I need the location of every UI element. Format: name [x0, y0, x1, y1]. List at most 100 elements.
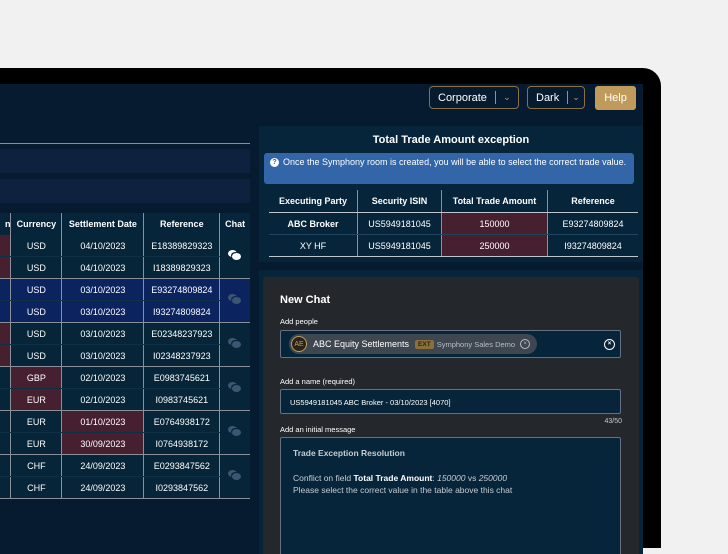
table-row[interactable]: EUR 30/09/2023 I0764938172 [0, 432, 250, 455]
chat-name-input[interactable]: US5949181045 ABC Broker - 03/10/2023 [40… [280, 389, 621, 414]
chat-cell[interactable] [219, 454, 250, 499]
chat-bubbles-icon[interactable] [228, 470, 242, 481]
reference-cell: I93274809824 [143, 300, 220, 323]
cell [0, 366, 11, 389]
reference-cell: E02348237923 [143, 322, 220, 345]
filter-bar[interactable] [0, 149, 250, 173]
device-frame: Corporate ⌄ Dark ⌄ Help n Currency Settl… [0, 68, 661, 554]
theme-select[interactable]: Corporate ⌄ [429, 86, 519, 109]
reference-cell: I0764938172 [143, 432, 220, 455]
chat-cell[interactable] [219, 410, 250, 455]
party-cell: XY HF [269, 234, 358, 257]
table-row[interactable]: USD 04/10/2023 I18389829323 [0, 256, 250, 279]
isin-cell: US5949181045 [357, 234, 442, 257]
currency-cell: USD [10, 235, 62, 257]
table-row[interactable]: CHF 24/09/2023 I0293847562 [0, 476, 250, 499]
column-header[interactable]: n [0, 213, 11, 235]
app-screen: Corporate ⌄ Dark ⌄ Help n Currency Settl… [0, 84, 643, 554]
new-chat-panel: New Chat Add people AE ABC Equity Settle… [259, 270, 643, 554]
cell [0, 300, 11, 323]
cell [0, 476, 11, 499]
currency-cell: USD [10, 322, 62, 345]
reference-cell: E0983745621 [143, 366, 220, 389]
date-cell: 02/10/2023 [61, 366, 144, 389]
date-cell: 03/10/2023 [61, 278, 144, 301]
person-name: ABC Equity Settlements [313, 339, 410, 349]
message-title: Trade Exception Resolution [293, 448, 405, 458]
column-header-reference[interactable]: Reference [143, 213, 220, 235]
column-header-total-trade-amount: Total Trade Amount [441, 190, 548, 213]
reference-cell: I0983745621 [143, 388, 220, 411]
currency-cell: CHF [10, 476, 62, 499]
column-header-currency[interactable]: Currency [10, 213, 62, 235]
date-cell-mismatch: 30/09/2023 [61, 432, 144, 455]
chat-name-label: Add a name (required) [280, 377, 356, 386]
column-header-security-isin: Security ISIN [357, 190, 442, 213]
mode-select[interactable]: Dark ⌄ [527, 86, 585, 109]
reference-cell: I93274809824 [547, 234, 638, 257]
exception-table: Executing Party Security ISIN Total Trad… [269, 190, 638, 257]
table-row[interactable]: USD 03/10/2023 E02348237923 [0, 322, 250, 367]
chat-bubbles-icon[interactable] [228, 338, 242, 349]
date-cell: 02/10/2023 [61, 388, 144, 411]
chat-bubbles-icon[interactable] [228, 426, 242, 437]
message-field-name: Total Trade Amount [353, 473, 433, 483]
person-chip: AE ABC Equity Settlements EXT Symphony S… [289, 334, 537, 354]
cell [0, 432, 11, 455]
table-row: ABC Broker US5949181045 150000 E93274809… [269, 212, 638, 235]
chat-bubbles-icon[interactable] [228, 382, 242, 393]
chevron-down-icon: ⌄ [503, 92, 511, 102]
reference-cell: E0293847562 [143, 454, 220, 477]
table-row[interactable]: EUR 01/10/2023 E0764938172 [0, 410, 250, 455]
chat-bubbles-icon[interactable] [228, 294, 242, 305]
chat-cell[interactable] [219, 322, 250, 367]
table-row[interactable]: GBP 02/10/2023 E0983745621 [0, 366, 250, 411]
cell [0, 344, 11, 367]
cell [0, 454, 11, 477]
chat-cell[interactable] [219, 235, 250, 279]
message-text: vs [465, 473, 479, 483]
filter-bar[interactable] [0, 179, 250, 203]
party-cell: ABC Broker [269, 212, 358, 235]
trades-table: n Currency Settlement Date Reference Cha… [0, 213, 250, 499]
currency-cell: USD [10, 256, 62, 279]
chevron-down-icon: ⌄ [572, 92, 580, 102]
table-row[interactable]: USD 04/10/2023 E18389829323 [0, 235, 250, 279]
remove-person-icon[interactable]: × [520, 339, 531, 349]
chat-cell[interactable] [219, 366, 250, 411]
message-value-a: 150000 [437, 473, 466, 483]
reference-cell: I18389829323 [143, 256, 220, 279]
table-row-selected[interactable]: USD 03/10/2023 E93274809824 [0, 278, 250, 323]
chat-bubbles-icon[interactable] [228, 250, 242, 261]
mode-select-value: Dark [536, 91, 560, 104]
clear-all-icon[interactable]: × [604, 339, 615, 350]
reference-cell: E93274809824 [547, 212, 638, 235]
table-row[interactable]: CHF 24/09/2023 E0293847562 [0, 454, 250, 499]
date-cell: 04/10/2023 [61, 256, 144, 279]
chat-cell[interactable] [219, 278, 250, 323]
reference-cell: E93274809824 [143, 278, 220, 301]
currency-cell-mismatch: GBP [10, 366, 62, 389]
column-header-executing-party: Executing Party [269, 190, 358, 213]
exception-card: Total Trade Amount exception ? Once the … [259, 126, 643, 262]
column-header-settlement-date[interactable]: Settlement Date [61, 213, 144, 235]
avatar: AE [291, 336, 307, 352]
table-row-selected[interactable]: USD 03/10/2023 I93274809824 [0, 300, 250, 323]
column-header-chat[interactable]: Chat [219, 213, 250, 235]
table-row: XY HF US5949181045 250000 I93274809824 [269, 234, 638, 257]
cell [0, 410, 11, 433]
cell [0, 278, 11, 301]
character-counter: 43/50 [604, 418, 622, 425]
amount-cell-mismatch: 250000 [441, 234, 548, 257]
date-cell: 03/10/2023 [61, 300, 144, 323]
currency-cell: CHF [10, 454, 62, 477]
add-people-input[interactable]: AE ABC Equity Settlements EXT Symphony S… [280, 330, 621, 358]
date-cell: 03/10/2023 [61, 322, 144, 345]
currency-cell-mismatch: EUR [10, 388, 62, 411]
table-row[interactable]: USD 03/10/2023 I02348237923 [0, 344, 250, 367]
reference-cell: I0293847562 [143, 476, 220, 499]
table-row[interactable]: EUR 02/10/2023 I0983745621 [0, 388, 250, 411]
help-button[interactable]: Help [595, 86, 636, 110]
new-chat-title: New Chat [280, 294, 331, 306]
initial-message-textarea[interactable]: Trade Exception Resolution Conflict on f… [280, 437, 621, 554]
